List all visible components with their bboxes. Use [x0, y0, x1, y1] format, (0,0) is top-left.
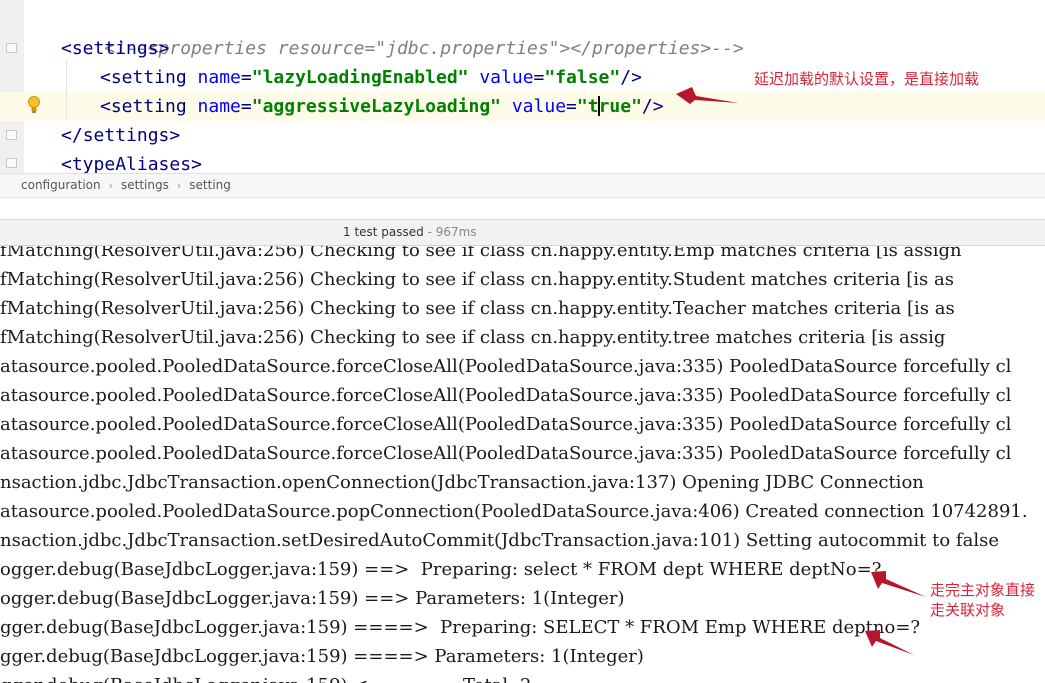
console-line-preparing-dept: ogger.debug(BaseJdbcLogger.java:159) ==>…: [0, 559, 882, 580]
annotation-note-line: 走完主对象直接: [930, 581, 1036, 599]
breadcrumb-item-configuration[interactable]: configuration: [21, 174, 101, 197]
code-line-settings-open[interactable]: <settings>: [61, 34, 169, 63]
xml-attr-value: rue": [598, 96, 642, 117]
breadcrumb-item-settings[interactable]: settings: [121, 174, 169, 197]
code-line-comment[interactable]: <!--<properties resource="jdbc.propertie…: [61, 5, 743, 59]
code-line-typealiases[interactable]: <typeAliases>: [61, 150, 202, 173]
xml-tag: settings: [82, 125, 170, 146]
console-line: fMatching(ResolverUtil.java:256) Checkin…: [0, 327, 946, 348]
console-line: ogger.debug(BaseJdbcLogger.java:159) ==>…: [0, 588, 625, 609]
xml-attr-name: name: [197, 96, 241, 117]
xml-attr-value: "false": [544, 67, 621, 88]
lightbulb-icon[interactable]: [26, 95, 42, 115]
console-line: atasource.pooled.PooledDataSource.popCon…: [0, 501, 1028, 522]
xml-attr-name: value: [479, 67, 534, 88]
console-line: atasource.pooled.PooledDataSource.forceC…: [0, 385, 1012, 406]
breadcrumb-separator: ›: [176, 179, 182, 192]
annotation-note-main-object: 走完主对象直接 走关联对象: [930, 580, 1035, 620]
console-line: fMatching(ResolverUtil.java:256) Checkin…: [0, 246, 962, 261]
console-line: atasource.pooled.PooledDataSource.forceC…: [0, 356, 1012, 377]
xml-comment: <!--<properties resource="jdbc.propertie…: [104, 38, 744, 59]
run-panel-toolbar: 1 test passed - 967ms: [0, 220, 1045, 246]
annotation-note-line: 走关联对象: [930, 601, 1006, 619]
console-line: gger.debug(BaseJdbcLogger.java:159) <===…: [0, 671, 531, 683]
console-line: fMatching(ResolverUtil.java:256) Checkin…: [0, 298, 955, 319]
console-line: gger.debug(BaseJdbcLogger.java:159) ====…: [0, 646, 644, 667]
console-line: atasource.pooled.PooledDataSource.forceC…: [0, 443, 1012, 464]
code-line-settings-close[interactable]: </settings>: [61, 121, 180, 150]
xml-attr-value: "t: [576, 96, 599, 117]
fold-marker-icon[interactable]: [6, 158, 17, 168]
test-status: 1 test passed - 967ms: [343, 220, 477, 245]
breadcrumb-separator: ›: [108, 179, 114, 192]
code-line-setting-lazy-loading[interactable]: <setting name="lazyLoadingEnabled" value…: [100, 63, 642, 92]
test-result-text: 1 test passed: [343, 225, 424, 239]
annotation-note-default-loading: 延迟加载的默认设置，是直接加载: [754, 70, 980, 88]
xml-tag: typeAliases: [71, 154, 192, 173]
breadcrumb-item-setting[interactable]: setting: [189, 174, 231, 197]
xml-attr-name: value: [511, 96, 567, 117]
xml-tag: settings: [71, 38, 159, 59]
panel-divider[interactable]: [0, 198, 1045, 220]
xml-tag: setting: [110, 67, 187, 88]
breadcrumb: configuration › settings › setting: [0, 173, 1045, 198]
console-output[interactable]: fMatching(ResolverUtil.java:256) Checkin…: [0, 246, 1045, 683]
console-line: nsaction.jdbc.JdbcTransaction.setDesired…: [0, 530, 999, 551]
fold-marker-icon[interactable]: [6, 43, 17, 53]
console-line: atasource.pooled.PooledDataSource.forceC…: [0, 414, 1012, 435]
xml-attr-value: "lazyLoadingEnabled": [251, 67, 469, 88]
xml-tag: setting: [110, 96, 187, 117]
console-line: nsaction.jdbc.JdbcTransaction.openConnec…: [0, 472, 924, 493]
xml-attr-value: "aggressiveLazyLoading": [251, 96, 501, 117]
xml-attr-name: name: [197, 67, 241, 88]
console-line-preparing-emp: gger.debug(BaseJdbcLogger.java:159) ====…: [0, 617, 921, 638]
test-duration: - 967ms: [427, 225, 477, 239]
fold-marker-icon[interactable]: [6, 130, 17, 140]
editor-gutter[interactable]: [0, 0, 24, 173]
code-line-setting-aggressive-lazy-loading[interactable]: <setting name="aggressiveLazyLoading" va…: [100, 92, 664, 121]
console-line: fMatching(ResolverUtil.java:256) Checkin…: [0, 269, 954, 290]
